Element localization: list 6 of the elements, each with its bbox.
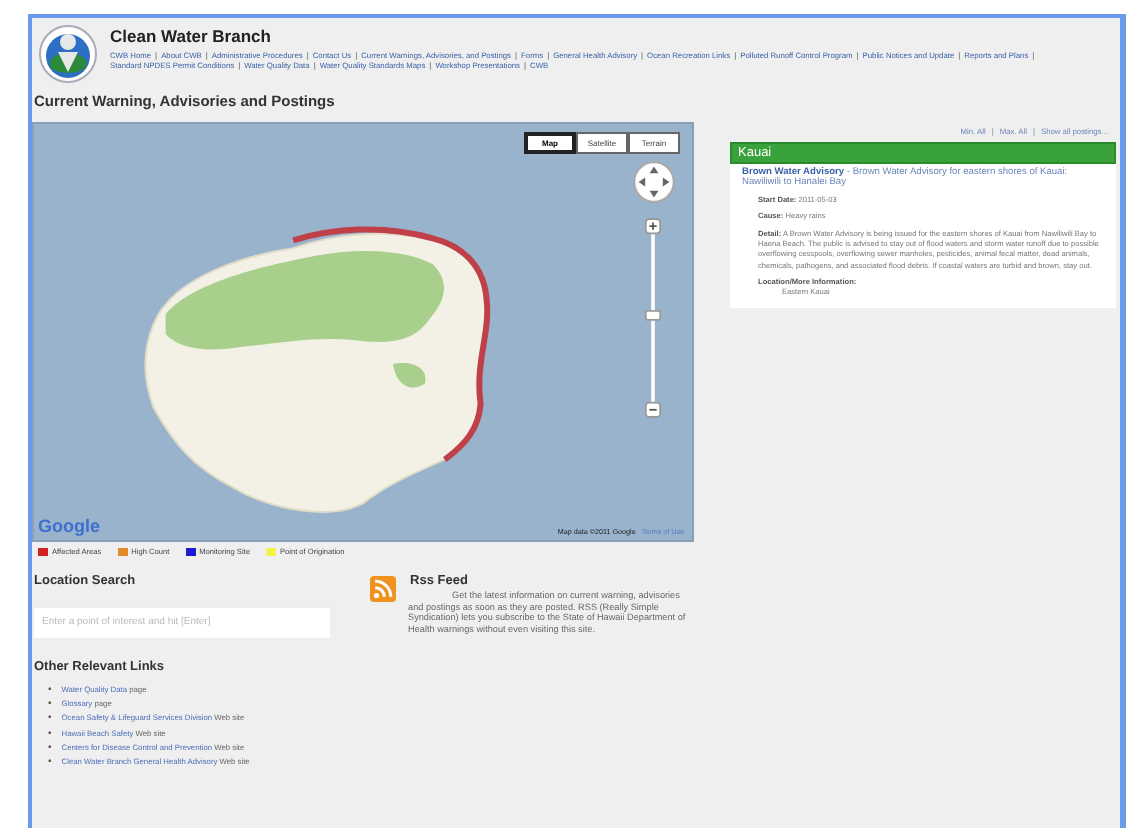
map-provider-logo: Google [38,516,100,536]
site-title: Clean Water Branch [110,26,273,46]
pan-control-icon[interactable] [632,160,676,204]
rss-feed-icon [370,576,397,602]
branch-logo-icon [38,24,98,84]
zoom-slider-icon[interactable] [644,216,662,420]
